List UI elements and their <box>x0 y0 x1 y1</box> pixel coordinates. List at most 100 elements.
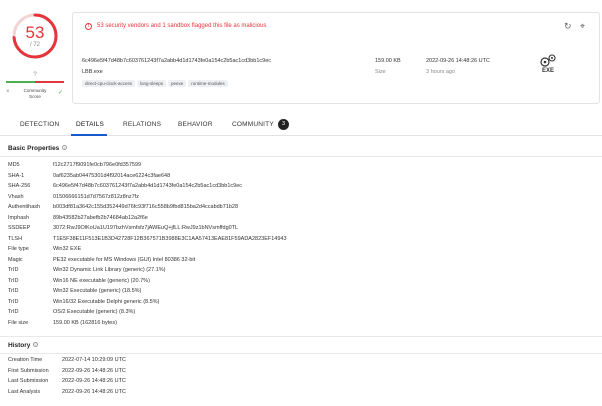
file-size-value: 159.00 KB <box>375 58 401 64</box>
history-label: History <box>8 342 31 349</box>
divider <box>0 353 602 354</box>
divider <box>0 156 602 157</box>
community-bar-malicious <box>35 81 64 83</box>
history-row: Creation Time 2022-07-14 10:29:09 UTC <box>8 357 588 367</box>
property-row: TrID Win16/32 Executable Delphi generic (… <box>8 299 588 309</box>
property-row: File size 159.00 KB (162816 bytes) <box>8 320 588 330</box>
property-key: SHA-256 <box>8 183 31 189</box>
property-row: Authentihash b003df81a3642c155d352449d76f… <box>8 204 588 214</box>
property-row: TrID Win32 Dynamic Link Library (generic)… <box>8 267 588 277</box>
vote-harmless-icon[interactable]: ✓ <box>58 89 63 96</box>
info-icon[interactable]: i <box>62 145 68 150</box>
history-key: Creation Time <box>8 357 43 363</box>
history-key: First Submission <box>8 367 49 374</box>
property-value[interactable]: 3072:RwJ9OlKoUa1U197bzhVsmfsfz7jAWEuQ+jf… <box>53 225 238 231</box>
score-help[interactable]: ? <box>4 72 66 78</box>
property-row: TrID OS/2 Executable (generic) (8.3%) <box>8 309 588 319</box>
file-hash[interactable]: 6c496e5f47d48b7c603761243f7a2abb4d1d1743… <box>82 58 271 64</box>
property-key: Magic <box>8 256 23 263</box>
file-size-label: Size <box>375 69 386 75</box>
property-key: TrID <box>8 309 19 315</box>
tab-bar: DETECTION DETAILS RELATIONS BEHAVIOR COM… <box>0 114 602 136</box>
info-icon[interactable]: i <box>33 342 39 347</box>
graph-icon[interactable]: ⌖ <box>580 21 585 32</box>
property-value[interactable]: b003df81a3642c155d352449d76fc93f716c558b… <box>53 204 238 210</box>
tab-details[interactable]: DETAILS <box>76 121 104 128</box>
file-type-label: EXE <box>541 68 554 74</box>
property-row: TLSH T1E5F38E11F513E1B3D42728F12B367571B3… <box>8 236 588 246</box>
property-row: TrID Win32 Executable (generic) (18.5%) <box>8 288 588 298</box>
property-key: MD5 <box>8 162 20 168</box>
property-value[interactable]: Win16 NE executable (generic) (20.7%) <box>53 278 150 284</box>
property-key: TrID <box>8 277 19 284</box>
property-row: Imphash 89b43582b27abefb2b74684ab12a2f6e <box>8 215 588 225</box>
history-value: 2022-07-14 10:29:09 UTC <box>62 357 126 363</box>
property-row: SHA-1 0af6235ab04475301d4f92014ace6224c3f… <box>8 173 588 183</box>
divider <box>0 336 602 337</box>
tag[interactable]: peexe <box>168 80 187 87</box>
alert-icon: ! <box>85 23 92 30</box>
property-value[interactable]: 01506666151d7d7567z812z8nz7fz <box>53 194 139 200</box>
analysis-age: 3 hours ago <box>426 69 456 75</box>
property-row: Magic PE32 executable for MS Windows (GUI… <box>8 257 588 267</box>
exe-file-icon <box>540 54 556 67</box>
property-key: TLSH <box>8 235 23 242</box>
property-row: SSDEEP 3072:RwJ9OlKoUa1U197bzhVsmfsfz7jAW… <box>8 225 588 235</box>
history-row: Last Analysis 2022-09-26 14:48:26 UTC <box>8 389 588 399</box>
tag-list: direct-cpu-clock-access long-sleeps peex… <box>82 80 228 87</box>
property-value[interactable]: Win32 Dynamic Link Library (generic) (27… <box>53 267 165 273</box>
tab-behavior[interactable]: BEHAVIOR <box>178 121 213 128</box>
property-value[interactable]: Win32 EXE <box>53 246 81 252</box>
detection-score-widget: 53 / 72 ? × Community Score ✓ <box>4 12 66 106</box>
property-value[interactable]: T1E5F38E11F513E1B3D42728F12B367571B3988E… <box>53 236 287 242</box>
score-value: 53 <box>25 23 45 42</box>
detection-summary: 53 security vendors and 1 sandbox flagge… <box>97 23 267 29</box>
property-value[interactable]: OS/2 Executable (generic) (8.3%) <box>53 309 135 315</box>
property-key: SHA-1 <box>8 172 25 179</box>
history-key: Last Submission <box>8 378 49 384</box>
property-key: Authentihash <box>8 204 41 210</box>
property-key: File type <box>8 246 29 252</box>
reanalyze-icon[interactable]: ↻ <box>564 21 572 32</box>
property-value[interactable]: 6c496e5f47d48b7c603761243f7a2abb4d1d1743… <box>53 183 242 189</box>
history-title: History i <box>8 342 39 349</box>
property-key: SSDEEP <box>8 225 31 231</box>
property-value[interactable]: 0af6235ab04475301d4f92014ace6224c3fae648 <box>53 173 170 179</box>
property-key: TrID <box>8 267 19 273</box>
vote-malicious-icon[interactable]: × <box>6 89 10 95</box>
property-row: SHA-256 6c496e5f47d48b7c603761243f7a2abb4… <box>8 183 588 193</box>
basic-properties-title: Basic Properties i <box>8 145 68 152</box>
file-summary-panel: ! 53 security vendors and 1 sandbox flag… <box>72 12 600 104</box>
property-key: Imphash <box>8 214 30 221</box>
history-row: First Submission 2022-09-26 14:48:26 UTC <box>8 368 588 378</box>
basic-properties-label: Basic Properties <box>8 145 60 152</box>
tag[interactable]: runtime-modules <box>188 80 228 87</box>
file-name: LBB.exe <box>82 69 103 75</box>
community-bar-harmless <box>6 81 35 83</box>
community-count-badge: 3 <box>278 119 289 130</box>
history-key: Last Analysis <box>8 388 41 395</box>
history-value: 2022-09-26 14:48:26 UTC <box>62 378 126 384</box>
property-value[interactable]: Win16/32 Executable Delphi generic (8.5%… <box>53 299 159 305</box>
tab-community[interactable]: COMMUNITY <box>232 121 274 128</box>
history-row: Last Submission 2022-09-26 14:48:26 UTC <box>8 378 588 388</box>
community-label-text: Community Score <box>23 88 47 99</box>
history-value: 2022-09-26 14:48:26 UTC <box>62 367 126 374</box>
tab-detection[interactable]: DETECTION <box>20 121 59 128</box>
tag[interactable]: direct-cpu-clock-access <box>82 80 136 87</box>
property-row: File type Win32 EXE <box>8 246 588 256</box>
property-value[interactable]: 159.00 KB (162816 bytes) <box>53 320 117 326</box>
property-value[interactable]: 89b43582b27abefb2b74684ab12a2f6e <box>53 215 148 221</box>
tab-relations[interactable]: RELATIONS <box>123 121 161 128</box>
property-row: Vhash 01506666151d7d7567z812z8nz7fz <box>8 194 588 204</box>
score-total: / 72 <box>29 42 40 48</box>
property-value[interactable]: Win32 Executable (generic) (18.5%) <box>53 288 141 294</box>
community-score-label: Community Score <box>14 88 56 100</box>
tag[interactable]: long-sleeps <box>137 80 167 87</box>
property-row: TrID Win16 NE executable (generic) (20.7%… <box>8 278 588 288</box>
property-value[interactable]: f12c2717f9091fe0cb796e0fd357599 <box>53 162 141 168</box>
property-value[interactable]: PE32 executable for MS Windows (GUI) Int… <box>53 257 195 263</box>
analysis-date: 2022-09-26 14:48:26 UTC <box>426 58 490 64</box>
property-key: Vhash <box>8 193 24 200</box>
active-tab-indicator <box>71 134 107 136</box>
